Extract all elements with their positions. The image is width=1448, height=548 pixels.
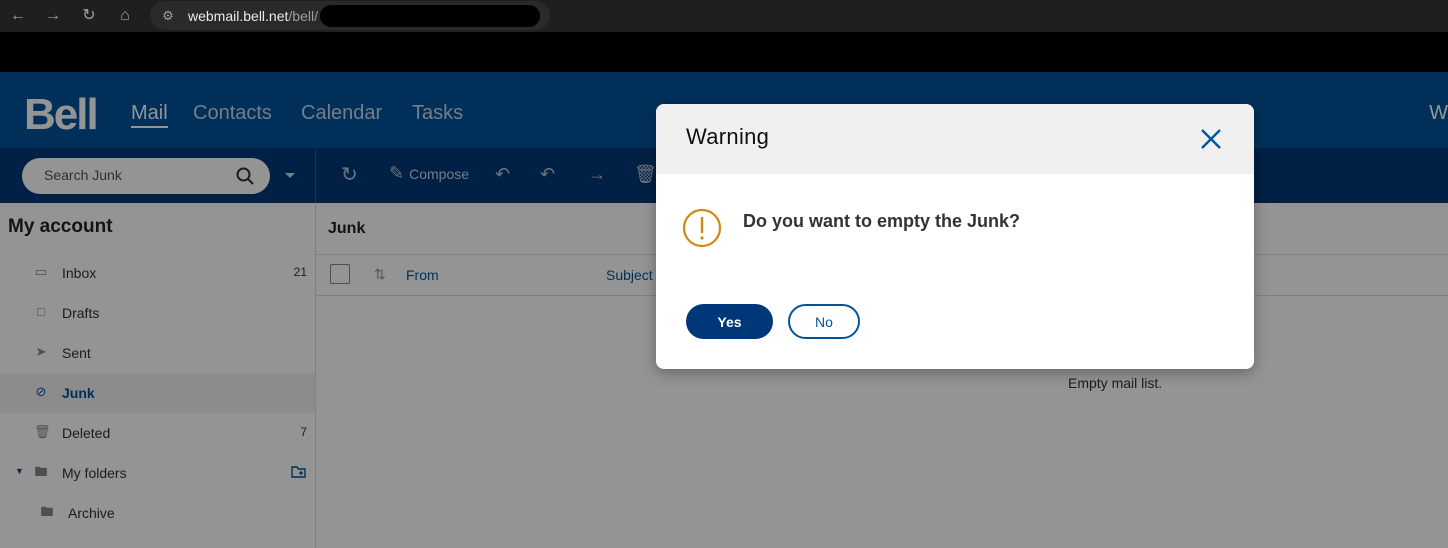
back-icon[interactable]: ← (8, 6, 28, 26)
reload-icon[interactable]: ↻ (79, 6, 99, 26)
forward-icon[interactable]: → (43, 6, 63, 26)
warning-icon (682, 208, 722, 248)
no-button[interactable]: No (788, 304, 860, 339)
address-bar[interactable]: ⚙ webmail.bell.net/bell/ (150, 1, 550, 30)
url-text: webmail.bell.net/bell/ (188, 8, 318, 24)
browser-toolbar: ← → ↻ ⌂ ⚙ webmail.bell.net/bell/ (0, 0, 1448, 32)
dialog-header: Warning (656, 104, 1254, 174)
yes-button[interactable]: Yes (686, 304, 773, 339)
dialog-message: Do you want to empty the Junk? (743, 211, 1021, 231)
close-icon[interactable] (1198, 126, 1224, 152)
site-settings-icon[interactable]: ⚙ (158, 6, 178, 26)
warning-dialog: Warning Do you want to empty the Junk? Y… (656, 104, 1254, 369)
redacted-area (320, 5, 540, 27)
redacted-bar (0, 32, 1448, 72)
home-icon[interactable]: ⌂ (115, 6, 135, 26)
dialog-title: Warning (686, 124, 770, 149)
url-path: /bell/ (288, 8, 318, 24)
url-host: webmail.bell.net (188, 8, 289, 24)
